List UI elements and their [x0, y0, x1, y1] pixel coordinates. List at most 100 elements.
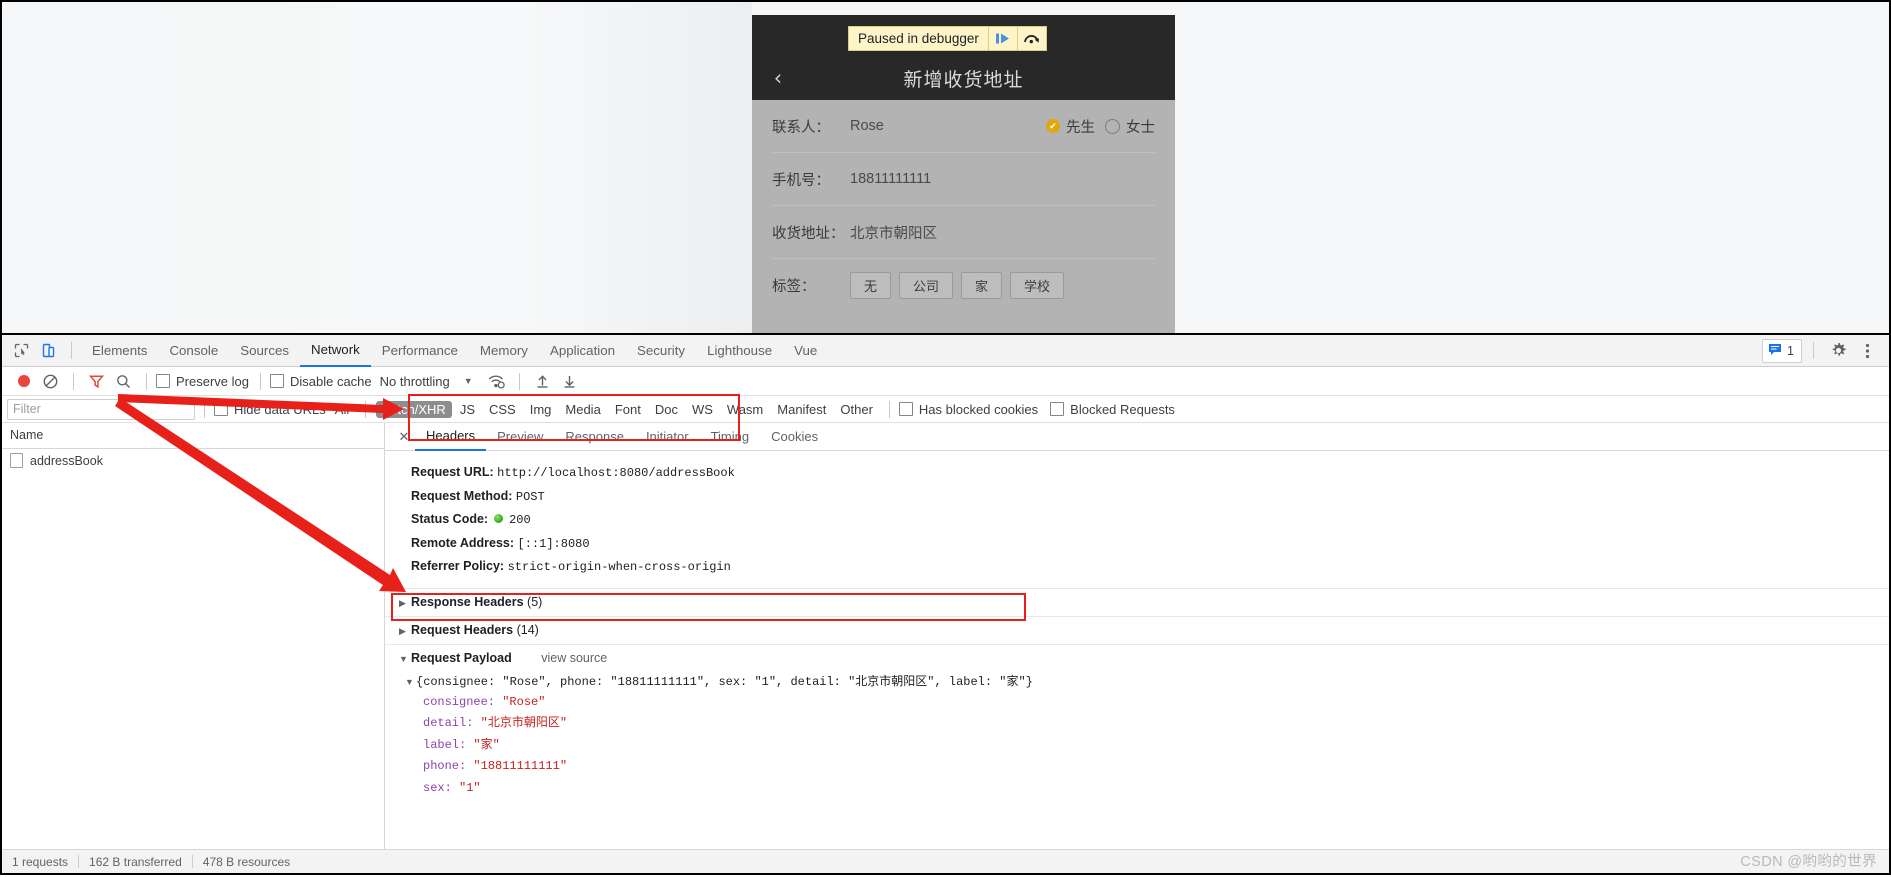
request-list-row-addressbook[interactable]: addressBook	[2, 449, 384, 472]
import-har-icon[interactable]	[529, 368, 556, 394]
detail-tab-headers[interactable]: Headers	[415, 423, 486, 451]
record-button-icon[interactable]	[10, 368, 37, 394]
address-value[interactable]: 北京市朝阳区	[850, 222, 1155, 243]
has-blocked-cookies-checkbox[interactable]: Has blocked cookies	[899, 402, 1038, 417]
tab-lighthouse[interactable]: Lighthouse	[696, 336, 783, 366]
device-nav-row: ‹ 新增收货地址	[752, 57, 1175, 100]
blocked-requests-checkbox-box[interactable]	[1050, 402, 1064, 416]
detail-tab-initiator[interactable]: Initiator	[635, 424, 700, 450]
status-code-line: Status Code: 200	[385, 508, 1889, 532]
paused-in-debugger-label: Paused in debugger	[849, 27, 988, 50]
console-message-badge[interactable]: 1	[1762, 339, 1802, 363]
tag-option-home[interactable]: 家	[961, 272, 1002, 299]
disable-cache-checkbox[interactable]: Disable cache	[270, 374, 372, 389]
detail-tab-cookies[interactable]: Cookies	[760, 424, 829, 450]
device-toolbar-icon[interactable]	[35, 338, 62, 364]
document-icon	[10, 453, 23, 468]
form-row-address: 收货地址： 北京市朝阳区	[772, 206, 1155, 259]
request-url-line: Request URL: http://localhost:8080/addre…	[385, 461, 1889, 485]
radio-male-selected-icon[interactable]: ✔	[1046, 119, 1060, 133]
filter-type-manifest[interactable]: Manifest	[771, 401, 832, 418]
tab-sources[interactable]: Sources	[229, 336, 300, 366]
address-form: 联系人： Rose ✔ 先生 女士 手机号： 18811111111 收货地址：	[752, 100, 1175, 333]
filter-type-css[interactable]: CSS	[483, 401, 522, 418]
hide-data-urls-checkbox-box[interactable]	[214, 402, 228, 416]
request-payload-section[interactable]: ▼Request Payload view source	[385, 645, 1889, 672]
close-icon[interactable]: ✕	[393, 429, 415, 445]
request-name: addressBook	[30, 454, 103, 468]
filter-type-ws[interactable]: WS	[686, 401, 719, 418]
payload-value-detail: "北京市朝阳区"	[481, 716, 567, 730]
preserve-log-label: Preserve log	[176, 374, 249, 389]
blocked-requests-checkbox[interactable]: Blocked Requests	[1050, 402, 1175, 417]
chevron-right-icon-2: ▶	[399, 618, 411, 644]
request-method-line: Request Method: POST	[385, 485, 1889, 509]
console-message-count: 1	[1787, 344, 1794, 358]
throttling-select[interactable]: No throttling	[380, 374, 450, 389]
contact-value[interactable]: Rose	[850, 118, 1046, 134]
chevron-down-icon-summary[interactable]: ▼	[405, 672, 416, 692]
preserve-log-checkbox[interactable]: Preserve log	[156, 374, 249, 389]
search-icon[interactable]	[110, 368, 137, 394]
detail-tab-preview[interactable]: Preview	[486, 424, 554, 450]
gear-icon[interactable]	[1825, 338, 1852, 364]
filter-type-font[interactable]: Font	[609, 401, 647, 418]
payload-value-label: "家"	[473, 738, 499, 752]
referrer-policy-value: strict-origin-when-cross-origin	[508, 560, 731, 574]
page-background-right	[1177, 2, 1891, 333]
preserve-log-checkbox-box[interactable]	[156, 374, 170, 388]
payload-key-phone: phone:	[423, 759, 466, 773]
has-blocked-cookies-checkbox-box[interactable]	[899, 402, 913, 416]
transferred-size: 162 B transferred	[79, 855, 192, 869]
clear-network-icon[interactable]	[37, 368, 64, 394]
tab-application[interactable]: Application	[539, 336, 626, 366]
tab-vue[interactable]: Vue	[783, 336, 828, 366]
filter-type-wasm[interactable]: Wasm	[721, 401, 769, 418]
tab-network[interactable]: Network	[300, 335, 371, 367]
response-headers-section[interactable]: ▶Response Headers (5)	[385, 589, 1889, 617]
chevron-down-icon[interactable]: ▼	[464, 376, 473, 386]
remote-address-key: Remote Address:	[411, 536, 514, 550]
hide-data-urls-checkbox[interactable]: Hide data URLs	[214, 402, 326, 417]
filter-input[interactable]: Filter	[7, 399, 195, 420]
chevron-left-icon[interactable]: ‹	[752, 68, 804, 89]
step-over-icon[interactable]	[1018, 27, 1046, 50]
detail-tab-response[interactable]: Response	[554, 424, 635, 450]
filter-type-doc[interactable]: Doc	[649, 401, 684, 418]
tab-security[interactable]: Security	[626, 336, 696, 366]
filter-type-all[interactable]: All	[329, 401, 355, 418]
payload-value-sex: "1"	[459, 781, 481, 795]
tab-elements[interactable]: Elements	[81, 336, 158, 366]
filter-funnel-icon[interactable]	[83, 368, 110, 394]
export-har-icon[interactable]	[556, 368, 583, 394]
mobile-device-emulation: Paused in debugger	[752, 15, 1175, 333]
inspect-element-icon[interactable]	[8, 338, 35, 364]
view-source-link[interactable]: view source	[541, 651, 607, 665]
detail-tab-timing[interactable]: Timing	[700, 424, 761, 450]
disable-cache-label: Disable cache	[290, 374, 372, 389]
kebab-menu-icon[interactable]	[1854, 338, 1881, 364]
payload-key-consignee: consignee:	[423, 695, 495, 709]
filter-type-other[interactable]: Other	[834, 401, 879, 418]
request-list-column-name[interactable]: Name	[2, 423, 384, 449]
tab-console[interactable]: Console	[158, 336, 229, 366]
tab-memory[interactable]: Memory	[469, 336, 539, 366]
disable-cache-checkbox-box[interactable]	[270, 374, 284, 388]
tag-option-school[interactable]: 学校	[1010, 272, 1064, 299]
sex-radio-group[interactable]: ✔ 先生 女士	[1046, 116, 1155, 137]
request-list: Name addressBook	[2, 423, 385, 856]
filter-type-js[interactable]: JS	[454, 401, 481, 418]
request-headers-section[interactable]: ▶Request Headers (14)	[385, 617, 1889, 645]
filter-type-media[interactable]: Media	[559, 401, 606, 418]
phone-value[interactable]: 18811111111	[850, 171, 1155, 187]
tab-performance[interactable]: Performance	[371, 336, 469, 366]
tag-option-company[interactable]: 公司	[899, 272, 953, 299]
network-conditions-icon[interactable]	[483, 368, 510, 394]
radio-female-icon[interactable]	[1105, 119, 1120, 134]
payload-key-sex: sex:	[423, 781, 452, 795]
resume-script-icon[interactable]	[989, 27, 1017, 50]
filter-type-img[interactable]: Img	[524, 401, 558, 418]
tag-option-none[interactable]: 无	[850, 272, 891, 299]
filter-type-fetch-xhr[interactable]: Fetch/XHR	[376, 401, 452, 418]
payload-summary-line[interactable]: ▼{consignee: "Rose", phone: "18811111111…	[385, 672, 1889, 692]
